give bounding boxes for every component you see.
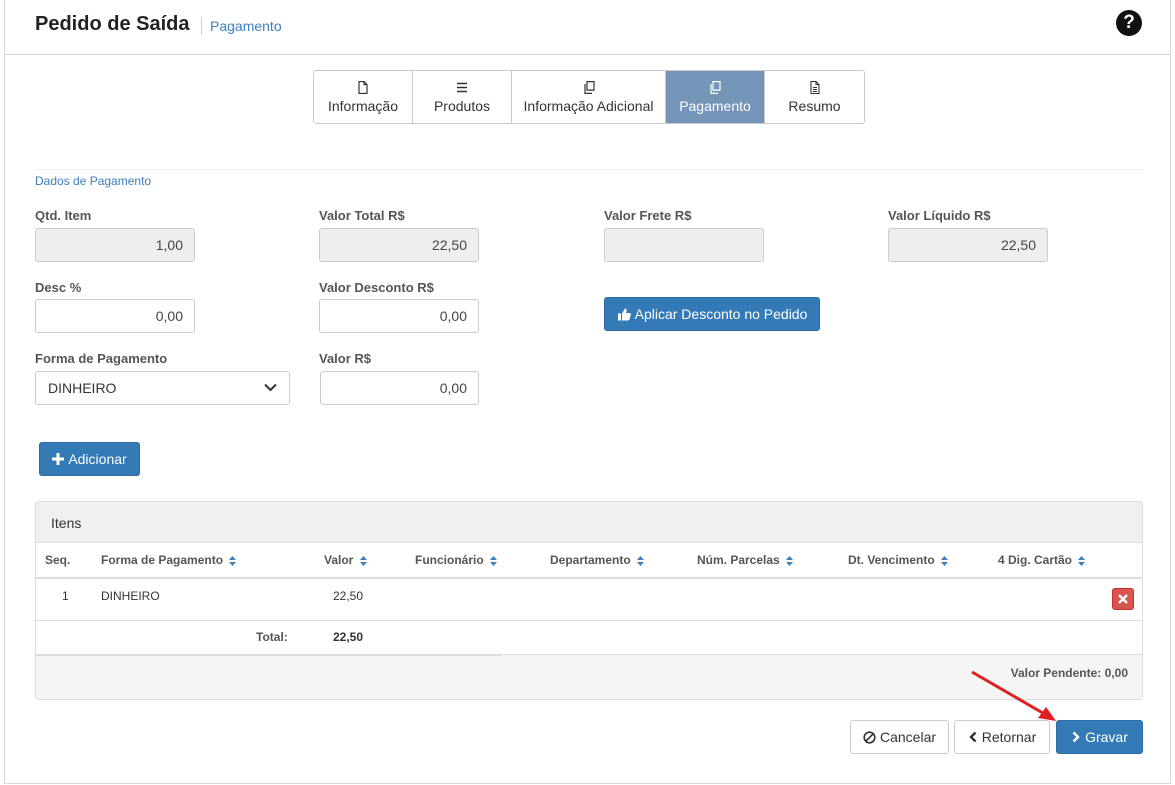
chevron-left-icon <box>969 731 977 743</box>
list-icon <box>457 82 467 92</box>
wizard-tabs: Informação Produtos Informação Adicional… <box>313 70 865 124</box>
sort-icon <box>786 555 794 566</box>
copy-icon <box>710 80 721 94</box>
desc-pct-label: Desc % <box>35 280 82 295</box>
tab-label: Informação Adicional <box>523 97 654 114</box>
valor-label: Valor R$ <box>319 351 372 366</box>
qtd-item-label: Qtd. Item <box>35 208 92 223</box>
col-header-label: Dt. Vencimento <box>848 553 935 567</box>
table-header-divider <box>36 577 1142 579</box>
forma-pagamento-value: DINHEIRO <box>48 380 117 396</box>
tab-informacao-adicional[interactable]: Informação Adicional <box>512 71 666 123</box>
help-icon[interactable]: ? <box>1116 10 1142 36</box>
total-value: 22,50 <box>333 630 364 644</box>
sort-icon <box>637 555 645 566</box>
sort-icon <box>490 555 498 566</box>
col-header-label: Funcionário <box>415 553 484 567</box>
col-header-funcionario[interactable]: Funcionário <box>415 553 498 567</box>
retornar-label: Retornar <box>981 729 1037 745</box>
gravar-label: Gravar <box>1085 729 1128 745</box>
adicionar-label: Adicionar <box>68 451 127 467</box>
valor-total-field: 22,50 <box>319 228 479 262</box>
row-divider <box>36 620 1142 621</box>
tab-resumo[interactable]: Resumo <box>765 71 864 123</box>
section-divider <box>35 169 1143 170</box>
file-text-icon <box>809 80 820 94</box>
col-header-label: Forma de Pagamento <box>101 553 224 567</box>
valor-frete-label: Valor Frete R$ <box>604 208 692 223</box>
valor-liquido-field: 22,50 <box>888 228 1048 262</box>
forma-pagamento-label: Forma de Pagamento <box>35 351 168 366</box>
col-header-departamento[interactable]: Departamento <box>550 553 645 567</box>
tab-pagamento[interactable]: Pagamento <box>666 71 765 123</box>
col-header-seq: Seq. <box>45 553 71 567</box>
tab-label: Pagamento <box>679 97 751 114</box>
desc-pct-input[interactable]: 0,00 <box>35 299 195 333</box>
cancelar-label: Cancelar <box>879 729 937 745</box>
cell-valor: 22,50 <box>333 589 364 603</box>
tab-label: Resumo <box>788 97 841 114</box>
close-icon <box>1118 594 1128 604</box>
cell-seq: 1 <box>62 589 69 603</box>
page-header: Pedido de Saída Pagamento ? <box>5 0 1170 55</box>
annotation-arrow <box>971 670 1056 721</box>
valor-desconto-input[interactable]: 0,00 <box>319 299 479 333</box>
col-header-parcelas[interactable]: Núm. Parcelas <box>697 553 794 567</box>
section-title: Dados de Pagamento <box>35 174 152 188</box>
col-header-forma[interactable]: Forma de Pagamento <box>101 553 237 567</box>
tab-produtos[interactable]: Produtos <box>413 71 512 123</box>
page-title: Pedido de Saída <box>35 13 190 35</box>
col-header-label: 4 Dig. Cartão <box>998 553 1073 567</box>
valor-desconto-label: Valor Desconto R$ <box>319 280 434 295</box>
total-divider <box>36 654 502 656</box>
valor-frete-field <box>604 228 764 262</box>
valor-total-label: Valor Total R$ <box>319 208 405 223</box>
thumbs-up-icon <box>617 308 631 320</box>
ban-icon <box>863 730 876 744</box>
copy-icon <box>583 80 595 94</box>
valor-liquido-label: Valor Líquido R$ <box>888 208 991 223</box>
col-header-vencimento[interactable]: Dt. Vencimento <box>848 553 949 567</box>
cell-forma: DINHEIRO <box>101 589 160 603</box>
items-table: Seq. Forma de Pagamento Valor Funcionári… <box>36 543 1142 656</box>
aplicar-desconto-button[interactable]: Aplicar Desconto no Pedido <box>604 297 820 331</box>
col-header-label: Departamento <box>550 553 631 567</box>
file-icon <box>358 80 368 94</box>
tab-informacao[interactable]: Informação <box>314 71 413 123</box>
valor-input[interactable]: 0,00 <box>320 371 479 405</box>
col-header-cartao[interactable]: 4 Dig. Cartão <box>998 553 1086 567</box>
cancelar-button[interactable]: Cancelar <box>850 720 949 754</box>
sort-icon <box>359 555 367 566</box>
delete-row-button[interactable] <box>1112 588 1134 610</box>
col-header-label: Núm. Parcelas <box>697 553 780 567</box>
col-header-label: Valor <box>324 553 354 567</box>
aplicar-desconto-label: Aplicar Desconto no Pedido <box>634 306 808 322</box>
sort-icon <box>941 555 949 566</box>
items-panel-header: Itens <box>36 502 1142 543</box>
chevron-right-icon <box>1072 731 1080 743</box>
sort-icon <box>1078 555 1086 566</box>
qtd-item-field: 1,00 <box>35 228 195 262</box>
title-separator <box>201 17 202 35</box>
sort-icon <box>229 555 237 566</box>
total-label: Total: <box>256 630 288 644</box>
breadcrumb: Pagamento <box>210 18 282 34</box>
items-panel-title: Itens <box>51 515 82 531</box>
chevron-down-icon <box>264 383 277 392</box>
tab-label: Produtos <box>433 97 491 114</box>
forma-pagamento-select[interactable]: DINHEIRO <box>35 371 290 405</box>
col-header-valor[interactable]: Valor <box>324 553 367 567</box>
adicionar-button[interactable]: Adicionar <box>39 442 140 476</box>
plus-icon <box>52 453 65 465</box>
tab-label: Informação <box>327 97 399 114</box>
